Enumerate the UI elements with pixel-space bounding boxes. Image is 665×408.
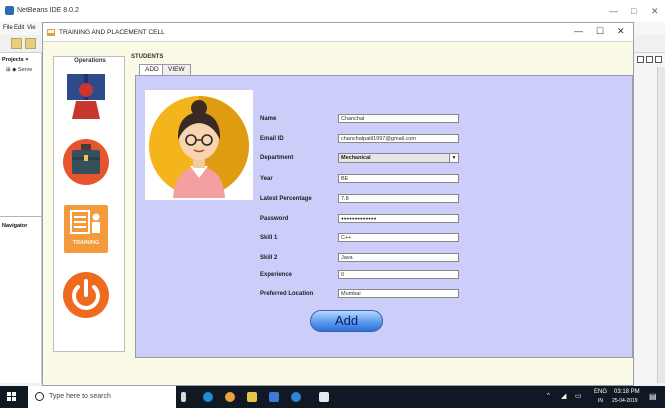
student-avatar [145,90,253,200]
windows-start-icon[interactable] [7,392,17,402]
company-operation-button[interactable] [62,137,110,187]
add-button[interactable]: Add [310,310,383,332]
skill2-field[interactable]: Java [338,253,459,262]
tree-item-label: Serve [17,67,33,73]
ide-right-panel [632,53,665,383]
experience-label: Experience [260,272,293,278]
students-panel: STUDENTS ADD VIEW Name Chanchal Email ID… [129,54,635,358]
taskbar-search[interactable]: Type here to search [28,386,176,408]
skill1-field[interactable]: C++ [338,233,459,242]
tab-view[interactable]: VIEW [162,64,191,75]
email-label: Email ID [260,136,284,142]
department-value: Mechanical [341,155,371,161]
training-operation-button[interactable]: TRAINING [62,203,110,255]
app-close-button[interactable]: ✕ [617,26,625,37]
briefcase-icon [63,139,109,185]
panel-divider [0,216,42,217]
clock-time[interactable]: 03:18 PM [614,389,640,395]
new-project-icon[interactable] [11,38,22,49]
name-field[interactable]: Chanchal [338,114,459,123]
training-icon [64,205,108,253]
window-list-icon[interactable] [655,56,662,63]
edge-browser-icon[interactable] [203,392,213,402]
department-label: Department [260,155,294,161]
year-field[interactable]: BE [338,174,459,183]
ide-minimize-button[interactable]: — [609,6,618,16]
language-indicator[interactable]: ENG [594,389,607,395]
training-label: TRAINING [72,240,100,246]
navigator-tab[interactable]: Navigator [2,223,27,229]
network-icon[interactable]: ◢ [561,392,566,400]
training-placement-window: TRAINING AND PLACEMENT CELL — ☐ ✕ Operat… [42,22,634,386]
students-title: STUDENTS [131,54,164,60]
skill2-label: Skill 2 [260,255,278,261]
student-book-icon [67,74,105,119]
chevron-down-icon[interactable]: ▼ [449,154,458,162]
password-field[interactable]: ●●●●●●●●●●●●● [338,214,459,223]
menu-file[interactable]: File [3,25,13,31]
tray-expand-icon[interactable]: ^ [547,393,550,399]
ide-close-button[interactable]: ✕ [651,6,659,17]
chrome-icon[interactable] [225,392,235,402]
operations-title: Operations [74,58,106,64]
windows-taskbar: Type here to search ^ ◢ ▭ ENG IN 03:18 P… [0,386,665,408]
clock-date[interactable]: 25-04-2019 [612,398,638,404]
app-minimize-button[interactable]: — [574,26,583,36]
cortana-icon [35,392,44,401]
keyboard-icon[interactable]: ▭ [575,392,582,400]
app-title: TRAINING AND PLACEMENT CELL [59,29,165,36]
ide-scrollbar[interactable] [657,67,665,383]
percentage-field[interactable]: 7.8 [338,194,459,203]
search-placeholder: Type here to search [49,393,111,400]
ide-title: NetBeans IDE 8.0.2 [17,7,79,14]
netbeans-logo-icon [5,6,14,15]
tab-add[interactable]: ADD [139,64,165,75]
menu-edit[interactable]: Edit [14,25,24,31]
student-operation-button[interactable] [62,71,110,121]
projects-tab[interactable]: Projects × [2,57,28,63]
operations-panel: Operations TRAINING [53,56,125,352]
percentage-label: Latest Percentage [260,196,312,202]
language-sub: IN [598,398,603,404]
scroll-left-icon[interactable] [637,56,644,63]
ide-left-panel: Projects × ⊞ ◆ Serve Navigator [0,53,42,383]
power-icon [63,272,109,318]
java-app-icon [47,29,55,36]
logout-operation-button[interactable] [62,269,110,321]
password-label: Password [260,216,289,222]
scroll-right-icon[interactable] [646,56,653,63]
app-maximize-button[interactable]: ☐ [596,26,604,37]
experience-field[interactable]: 0 [338,270,459,279]
microphone-icon[interactable] [181,392,186,402]
app-title-bar: TRAINING AND PLACEMENT CELL — ☐ ✕ [43,23,633,42]
department-select[interactable]: Mechanical ▼ [338,153,459,163]
location-label: Preferred Location [260,291,314,297]
ide-maximize-button[interactable]: □ [631,6,636,16]
add-student-form: Name Chanchal Email ID chanchalpatil1997… [135,75,633,358]
name-label: Name [260,116,277,122]
ide-title-bar: NetBeans IDE 8.0.2 — □ ✕ [0,0,665,22]
skill1-label: Skill 1 [260,235,278,241]
year-label: Year [260,176,273,182]
location-field[interactable]: Mumbai [338,289,459,298]
store-icon[interactable] [269,392,279,402]
open-project-icon[interactable] [25,38,36,49]
netbeans-taskbar-icon[interactable] [291,392,301,402]
tree-item-server[interactable]: ⊞ ◆ Serve [6,67,32,73]
file-explorer-icon[interactable] [247,392,257,402]
email-field[interactable]: chanchalpatil1997@gmail.com [338,134,459,143]
java-app-taskbar-icon[interactable] [319,392,329,402]
notification-icon[interactable]: ▤ [649,392,657,401]
menu-view[interactable]: Vie [27,25,36,31]
